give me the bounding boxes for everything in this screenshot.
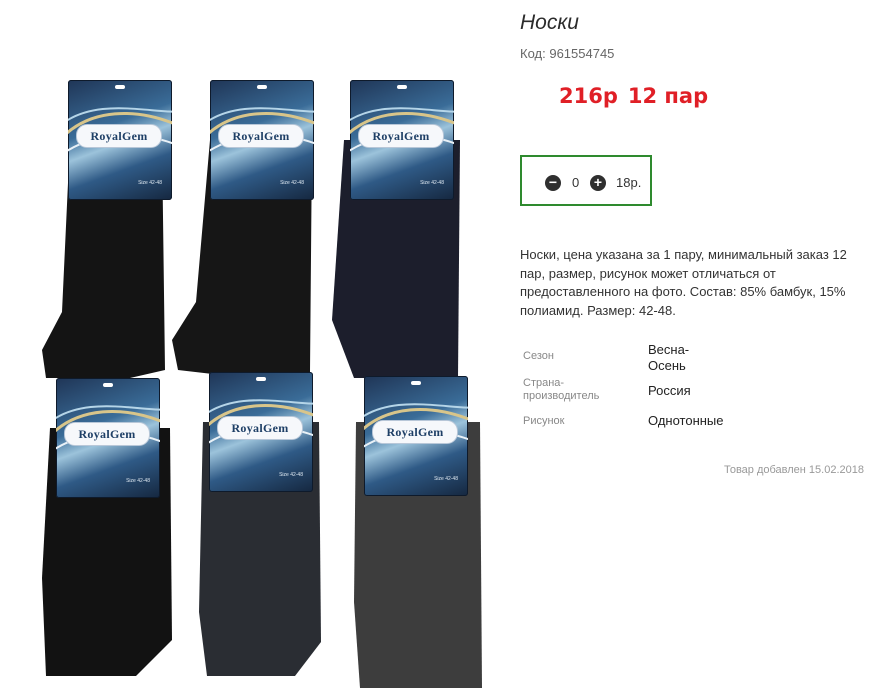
size-label: Size 42-48 — [280, 180, 304, 186]
prop-label-pattern: Рисунок — [523, 415, 565, 427]
quantity-stepper: − 0 + 18р. — [520, 155, 652, 206]
product-photo[interactable]: RoyalGem Size 42-48 RoyalGem Size 42-48 — [0, 0, 510, 690]
prop-label-country: Страна- производитель — [523, 377, 600, 402]
minus-circle-icon[interactable]: − — [545, 175, 561, 191]
package-card: RoyalGem Size 42-48 — [209, 372, 313, 492]
price-per-pair: 216р — [559, 84, 618, 108]
sock-dark-gray: RoyalGem Size 42-48 — [350, 372, 490, 690]
package-card: RoyalGem Size 42-48 — [56, 378, 160, 498]
added-date: Товар добавлен 15.02.2018 — [723, 464, 864, 476]
package-card: RoyalGem Size 42-48 — [210, 80, 314, 200]
brand-logo: RoyalGem — [372, 420, 458, 444]
brand-logo: RoyalGem — [64, 422, 150, 446]
package-card: RoyalGem Size 42-48 — [364, 376, 468, 496]
product-code: Код: 961554745 — [520, 46, 614, 61]
sock-black-2: RoyalGem Size 42-48 — [170, 80, 320, 380]
product-price: 216р 12 пар — [559, 84, 708, 108]
code-value: 961554745 — [549, 46, 615, 61]
prop-value-country: Россия — [648, 383, 691, 398]
code-label: Код: — [520, 46, 546, 61]
prop-value-season: Весна- Осень — [648, 342, 690, 373]
sock-navy: RoyalGem Size 42-48 — [330, 80, 480, 380]
size-label: Size 42-48 — [279, 472, 303, 478]
plus-circle-icon[interactable]: + — [590, 175, 606, 191]
sock-black-3: RoyalGem Size 42-48 — [40, 378, 180, 678]
size-label: Size 42-48 — [126, 478, 150, 484]
product-description: Носки, цена указана за 1 пару, минимальн… — [520, 247, 847, 318]
brand-logo: RoyalGem — [218, 124, 304, 148]
size-label: Size 42-48 — [138, 180, 162, 186]
sock-black-1: RoyalGem Size 42-48 — [40, 80, 172, 380]
price-pack: 12 пар — [627, 84, 709, 108]
size-label: Size 42-48 — [420, 180, 444, 186]
sock-graphite: RoyalGem Size 42-48 — [195, 372, 335, 678]
unit-price: 18р. — [616, 175, 642, 190]
prop-value-pattern: Однотонные — [648, 413, 724, 428]
brand-logo: RoyalGem — [76, 124, 162, 148]
package-card: RoyalGem Size 42-48 — [68, 80, 172, 200]
brand-logo: RoyalGem — [358, 124, 444, 148]
size-label: Size 42-48 — [434, 476, 458, 482]
brand-logo: RoyalGem — [217, 416, 303, 440]
prop-label-season: Сезон — [523, 350, 554, 362]
package-card: RoyalGem Size 42-48 — [350, 80, 454, 200]
quantity-value[interactable]: 0 — [572, 175, 579, 190]
product-title: Носки — [520, 11, 579, 34]
